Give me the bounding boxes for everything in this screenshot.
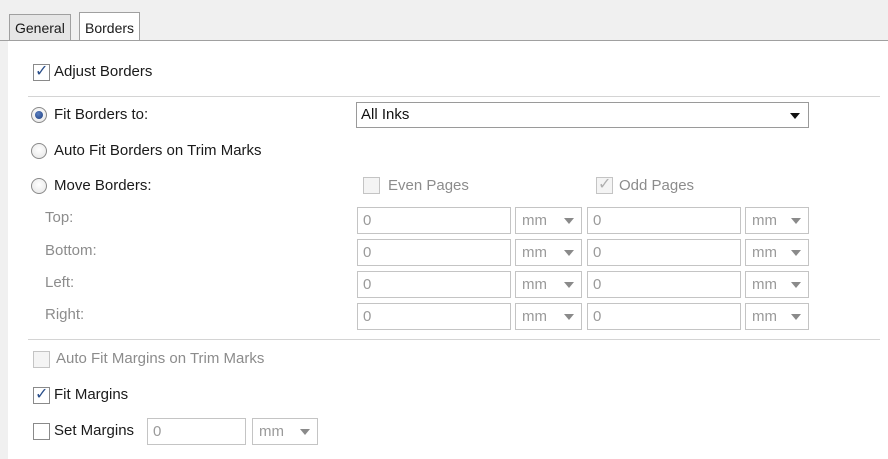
right-odd-unit-select[interactable]: mm (745, 303, 809, 330)
left-odd-value: 0 (593, 276, 602, 293)
fit-borders-to-radio[interactable] (31, 107, 47, 123)
move-borders-radio[interactable] (31, 178, 47, 194)
tab-general-label: General (15, 20, 65, 36)
odd-pages-checkbox[interactable]: ✓ (596, 176, 613, 194)
move-borders-label: Move Borders: (54, 177, 152, 194)
right-even-input[interactable]: 0 (357, 303, 511, 330)
odd-pages-label: Odd Pages (619, 177, 695, 194)
fit-margins-label: Fit Margins (54, 386, 129, 403)
bottom-even-unit-select[interactable]: mm (515, 239, 582, 266)
bottom-even-unit: mm (522, 244, 547, 261)
auto-fit-margins-label: Auto Fit Margins on Trim Marks (56, 350, 265, 367)
bottom-odd-input[interactable]: 0 (587, 239, 741, 266)
row-label-left: Left: (45, 274, 75, 291)
bottom-odd-value: 0 (593, 244, 602, 261)
row-label-bottom: Bottom: (45, 242, 97, 259)
auto-fit-margins-checkbox[interactable] (33, 351, 50, 368)
right-odd-value: 0 (593, 308, 602, 325)
right-odd-unit: mm (752, 308, 777, 325)
left-even-unit: mm (522, 276, 547, 293)
fit-borders-to-label: Fit Borders to: (54, 106, 149, 123)
separator (28, 96, 880, 97)
left-odd-unit: mm (752, 276, 777, 293)
fit-margins-checkbox[interactable]: ✓ (33, 386, 50, 404)
bottom-even-input[interactable]: 0 (357, 239, 511, 266)
checkmark-icon: ✓ (35, 386, 49, 403)
chevron-down-icon (564, 314, 574, 320)
top-even-value: 0 (363, 212, 372, 229)
separator (28, 339, 880, 340)
right-even-unit: mm (522, 308, 547, 325)
bottom-odd-unit-select[interactable]: mm (745, 239, 809, 266)
right-even-value: 0 (363, 308, 372, 325)
top-even-input[interactable]: 0 (357, 207, 511, 234)
left-even-input[interactable]: 0 (357, 271, 511, 298)
set-margins-checkbox[interactable] (33, 423, 50, 440)
right-even-unit-select[interactable]: mm (515, 303, 582, 330)
auto-fit-borders-radio[interactable] (31, 143, 47, 159)
checkmark-icon: ✓ (35, 63, 49, 80)
radio-selected-icon (35, 111, 43, 119)
chevron-down-icon (790, 113, 800, 119)
chevron-down-icon (791, 282, 801, 288)
fit-borders-to-value: All Inks (361, 106, 410, 123)
row-label-right: Right: (45, 306, 85, 323)
checkmark-icon: ✓ (598, 176, 612, 193)
chevron-down-icon (300, 429, 310, 435)
top-odd-input[interactable]: 0 (587, 207, 741, 234)
chevron-down-icon (791, 314, 801, 320)
set-margins-label: Set Margins (54, 422, 135, 439)
set-margins-unit-select[interactable]: mm (252, 418, 318, 445)
top-odd-unit: mm (752, 212, 777, 229)
tab-borders-label: Borders (85, 20, 135, 36)
left-odd-input[interactable]: 0 (587, 271, 741, 298)
left-odd-unit-select[interactable]: mm (745, 271, 809, 298)
auto-fit-borders-label: Auto Fit Borders on Trim Marks (54, 142, 262, 159)
fit-borders-to-dropdown[interactable]: All Inks (356, 102, 809, 128)
chevron-down-icon (564, 218, 574, 224)
even-pages-label: Even Pages (388, 177, 469, 194)
top-even-unit-select[interactable]: mm (515, 207, 582, 234)
top-odd-value: 0 (593, 212, 602, 229)
tab-borders[interactable]: Borders (79, 12, 141, 41)
top-odd-unit-select[interactable]: mm (745, 207, 809, 234)
top-even-unit: mm (522, 212, 547, 229)
tab-general[interactable]: General (9, 14, 71, 40)
chevron-down-icon (564, 282, 574, 288)
set-margins-input[interactable]: 0 (147, 418, 246, 445)
row-label-top: Top: (45, 209, 74, 226)
chevron-down-icon (791, 250, 801, 256)
adjust-borders-label: Adjust Borders (54, 63, 153, 80)
right-odd-input[interactable]: 0 (587, 303, 741, 330)
adjust-borders-checkbox[interactable]: ✓ (33, 63, 50, 81)
left-even-value: 0 (363, 276, 372, 293)
bottom-even-value: 0 (363, 244, 372, 261)
set-margins-value: 0 (153, 423, 162, 440)
set-margins-unit: mm (259, 423, 284, 440)
chevron-down-icon (564, 250, 574, 256)
bottom-odd-unit: mm (752, 244, 777, 261)
left-even-unit-select[interactable]: mm (515, 271, 582, 298)
chevron-down-icon (791, 218, 801, 224)
even-pages-checkbox[interactable] (363, 177, 380, 194)
